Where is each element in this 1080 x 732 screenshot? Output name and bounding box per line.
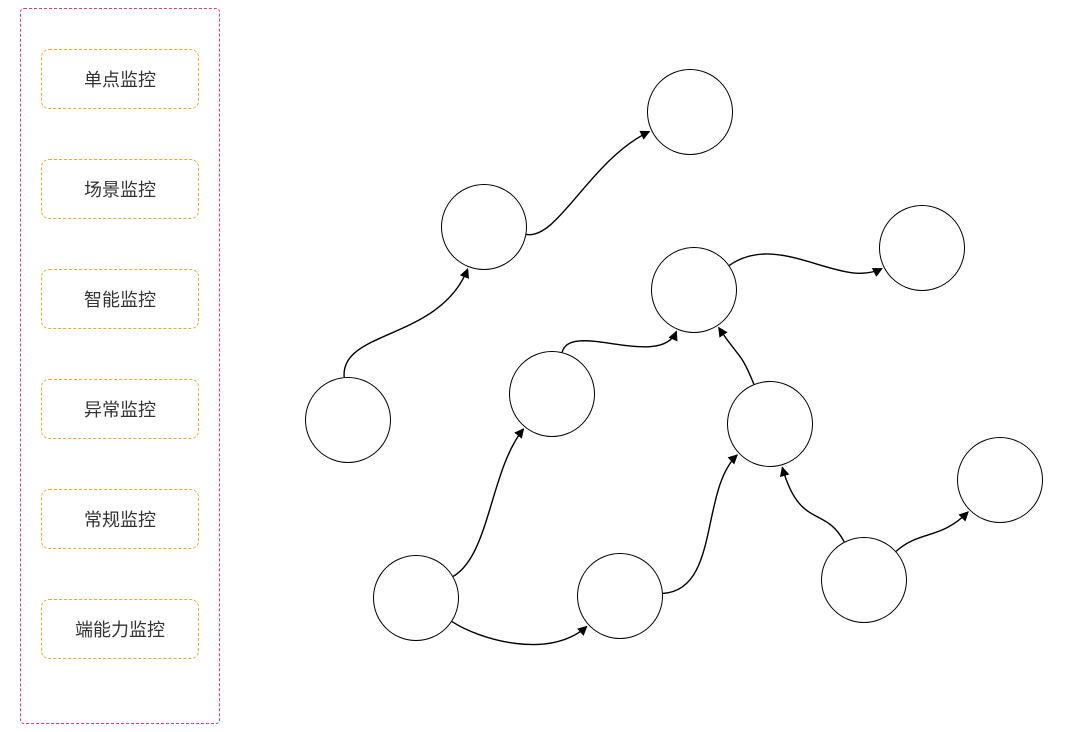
graph-edge <box>453 429 523 577</box>
graph-node <box>647 69 733 155</box>
graph-edge <box>663 455 737 594</box>
graph-node <box>577 553 663 639</box>
graph-edge <box>344 269 468 377</box>
graph-edge <box>729 254 882 273</box>
graph-node <box>305 377 391 463</box>
graph-edge <box>526 131 649 234</box>
graph-edge <box>896 512 968 552</box>
graph-node <box>879 205 965 291</box>
graph-node <box>441 184 527 270</box>
graph-edge <box>562 331 676 352</box>
graph-node <box>957 437 1043 523</box>
graph-node <box>651 247 737 333</box>
graph-node <box>821 537 907 623</box>
graph-edge <box>452 622 587 645</box>
graph-edge <box>719 328 754 385</box>
graph-edge <box>782 467 844 542</box>
graph-node <box>509 351 595 437</box>
graph-node <box>373 555 459 641</box>
graph-canvas <box>0 0 1080 732</box>
graph-node <box>727 381 813 467</box>
